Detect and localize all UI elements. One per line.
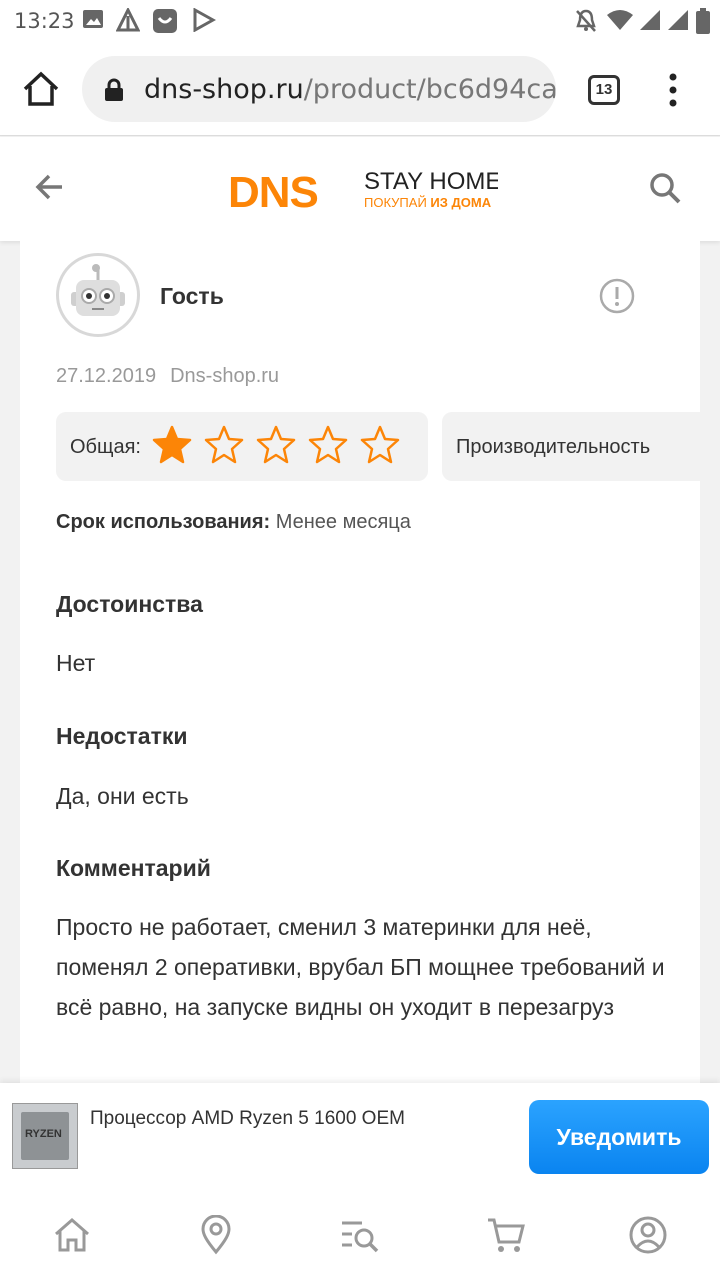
nav-cart-icon[interactable] xyxy=(486,1215,526,1255)
product-thumbnail[interactable]: RYZEN xyxy=(12,1103,78,1169)
url-path: /product/bc6d94ca10 xyxy=(303,74,556,105)
pros-title: Достоинства xyxy=(56,591,203,617)
signal-icon xyxy=(640,10,660,30)
bottom-nav xyxy=(0,1191,720,1280)
home-icon[interactable] xyxy=(20,68,62,110)
notify-button[interactable]: Уведомить xyxy=(529,1100,709,1174)
more-menu-icon[interactable] xyxy=(664,72,682,108)
review-source: Dns-shop.ru xyxy=(170,365,280,387)
robot-avatar-icon xyxy=(71,264,125,316)
nav-location-icon[interactable] xyxy=(196,1215,236,1255)
lock-icon xyxy=(105,78,123,101)
star-empty-icon xyxy=(360,425,400,464)
play-store-icon xyxy=(193,8,216,32)
rating-stars xyxy=(152,425,412,465)
review-author: Гость xyxy=(160,283,224,309)
url-text: dns-shop.ru/product/bc6d94ca10 xyxy=(144,74,556,105)
address-bar[interactable]: dns-shop.ru/product/bc6d94ca10 xyxy=(82,56,556,122)
notifications-off-icon xyxy=(576,9,596,32)
thumbnail-text: RYZEN xyxy=(25,1128,62,1140)
nav-profile-icon[interactable] xyxy=(628,1215,668,1255)
usage-period: Срок использования: Менее месяца xyxy=(56,511,411,534)
overall-rating-label: Общая: xyxy=(70,436,141,458)
logo-brand: DNS xyxy=(228,168,318,213)
pros-text: Нет xyxy=(56,650,96,676)
report-icon[interactable] xyxy=(598,277,636,315)
performance-rating[interactable]: Производительность xyxy=(442,412,700,481)
signal-icon-2 xyxy=(668,10,688,30)
tab-switcher-button[interactable]: 13 xyxy=(588,75,620,105)
browser-toolbar: dns-shop.ru/product/bc6d94ca10 13 xyxy=(0,42,720,136)
logo-slogan-sub: ПОКУПАЙ ИЗ ДОМА xyxy=(364,195,492,210)
usage-value: Менее месяца xyxy=(275,511,411,533)
comment-title: Комментарий xyxy=(56,855,211,881)
review-meta: 27.12.2019 Dns-shop.ru xyxy=(56,365,279,388)
nav-home-icon[interactable] xyxy=(52,1215,92,1255)
site-header: DNS STAY HOME ПОКУПАЙ ИЗ ДОМА xyxy=(0,137,720,241)
cons-title: Недостатки xyxy=(56,723,188,749)
url-domain: dns-shop.ru xyxy=(144,74,304,105)
overall-rating: Общая: xyxy=(56,412,428,481)
review-card: Гость 27.12.2019 Dns-shop.ru Общая: Произ… xyxy=(20,241,700,1083)
review-date: 27.12.2019 xyxy=(56,365,157,387)
status-time: 13:23 xyxy=(14,9,75,33)
star-empty-icon xyxy=(308,425,348,464)
wifi-icon xyxy=(607,10,633,30)
store-bag-icon xyxy=(153,9,177,33)
nav-catalog-search-icon[interactable] xyxy=(340,1215,380,1255)
avatar xyxy=(56,253,140,337)
performance-rating-label: Производительность xyxy=(456,436,651,458)
star-empty-icon xyxy=(256,425,296,464)
star-filled-icon xyxy=(152,425,192,464)
dns-logo[interactable]: DNS STAY HOME ПОКУПАЙ ИЗ ДОМА xyxy=(228,167,498,213)
app-triangle-icon xyxy=(116,8,140,32)
back-arrow-icon[interactable] xyxy=(34,171,66,203)
product-bar: RYZEN Процессор AMD Ryzen 5 1600 OEM Уве… xyxy=(0,1083,720,1191)
star-empty-icon xyxy=(204,425,244,464)
cons-text: Да, они есть xyxy=(56,783,189,809)
status-bar: 13:23 xyxy=(0,0,720,42)
search-icon[interactable] xyxy=(648,171,682,205)
battery-icon xyxy=(696,8,710,34)
comment-text: Просто не работает, сменил 3 материнки д… xyxy=(56,914,665,1020)
gallery-icon xyxy=(83,10,103,28)
logo-slogan-main: STAY HOME xyxy=(364,168,498,195)
usage-label: Срок использования: xyxy=(56,511,271,533)
product-name[interactable]: Процессор AMD Ryzen 5 1600 OEM xyxy=(90,1108,405,1130)
